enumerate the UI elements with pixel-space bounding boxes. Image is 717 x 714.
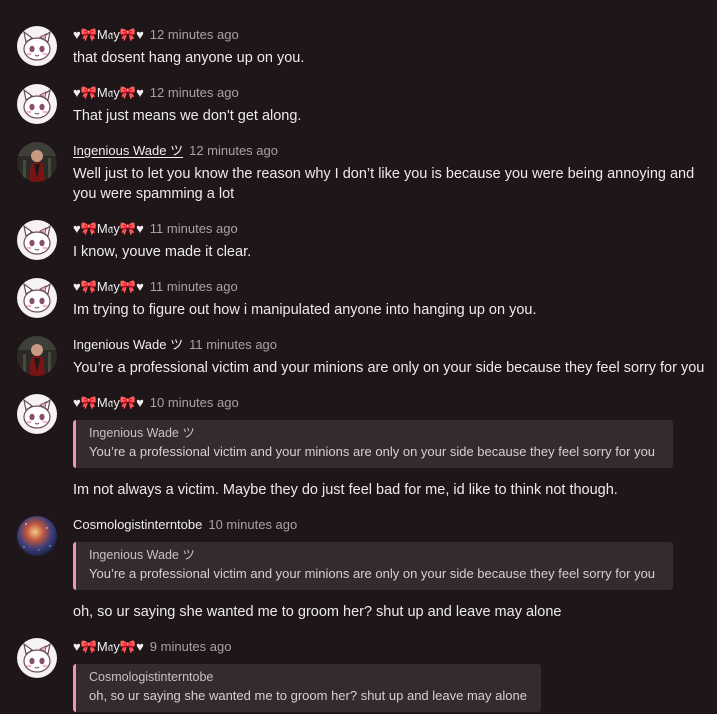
message-text: that dosent hang anyone up on you. [73, 50, 305, 66]
message-text: Im not always a victim. Maybe they do ju… [73, 482, 618, 498]
message-header: Cosmologistinterntobe 10 minutes ago [73, 516, 297, 534]
avatar[interactable] [17, 142, 57, 182]
timestamp: 10 minutes ago [149, 395, 239, 410]
message-header: Ingenious Wade ツ 11 minutes ago [73, 336, 277, 354]
author-name[interactable]: ♥🎀M𝔞y🎀♥ [73, 27, 144, 42]
author-name[interactable]: ♥🎀M𝔞y🎀♥ [73, 639, 144, 654]
message-text: You’re a professional victim and your mi… [73, 360, 705, 376]
message-header: ♥🎀M𝔞y🎀♥ 11 minutes ago [73, 220, 238, 238]
timestamp: 9 minutes ago [149, 639, 232, 654]
timestamp: 11 minutes ago [149, 221, 238, 236]
quoted-author: Ingenious Wade ツ [89, 548, 195, 562]
timestamp: 10 minutes ago [208, 517, 298, 532]
avatar[interactable] [17, 26, 57, 66]
quoted-text: oh, so ur saying she wanted me to groom … [89, 688, 527, 703]
message-text: Im trying to figure out how i manipulate… [73, 302, 537, 318]
message-text: oh, so ur saying she wanted me to groom … [73, 604, 562, 620]
message-header: ♥🎀M𝔞y🎀♥ 12 minutes ago [73, 26, 239, 44]
message-feed: ♥🎀M𝔞y🎀♥ 12 minutes ago that dosent hang a… [0, 0, 717, 714]
timestamp: 11 minutes ago [189, 337, 278, 352]
quoted-text: You’re a professional victim and your mi… [89, 444, 656, 459]
author-name[interactable]: ♥🎀M𝔞y🎀♥ [73, 279, 144, 294]
message-text: Well just to let you know the reason why… [73, 166, 695, 202]
message-header: ♥🎀M𝔞y🎀♥ 12 minutes ago [73, 84, 239, 102]
timestamp: 11 minutes ago [149, 279, 238, 294]
author-name[interactable]: ♥🎀M𝔞y🎀♥ [73, 395, 144, 410]
message-header: Ingenious Wade ツ 12 minutes ago [73, 142, 278, 160]
avatar[interactable] [17, 336, 57, 376]
author-name[interactable]: Ingenious Wade ツ [73, 143, 183, 158]
quoted-author: Ingenious Wade ツ [89, 426, 195, 440]
quoted-text: You’re a professional victim and your mi… [89, 566, 656, 581]
avatar[interactable] [17, 516, 57, 556]
message-text: That just means we don't get along. [73, 108, 302, 124]
message-text: I know, youve made it clear. [73, 244, 252, 260]
timestamp: 12 minutes ago [149, 27, 239, 42]
quoted-message[interactable]: Ingenious Wade ツ You’re a professional v… [73, 420, 673, 468]
quoted-message[interactable]: Ingenious Wade ツ You’re a professional v… [73, 542, 673, 590]
author-name[interactable]: ♥🎀M𝔞y🎀♥ [73, 85, 144, 100]
message-header: ♥🎀M𝔞y🎀♥ 9 minutes ago [73, 638, 231, 656]
avatar[interactable] [17, 220, 57, 260]
avatar[interactable] [17, 638, 57, 678]
avatar[interactable] [17, 278, 57, 318]
avatar[interactable] [17, 394, 57, 434]
timestamp: 12 minutes ago [189, 143, 278, 158]
quoted-author: Cosmologistinterntobe [89, 670, 214, 684]
message-header: ♥🎀M𝔞y🎀♥ 11 minutes ago [73, 278, 238, 296]
avatar[interactable] [17, 84, 57, 124]
author-name[interactable]: Cosmologistinterntobe [73, 517, 202, 532]
author-name[interactable]: Ingenious Wade ツ [73, 337, 183, 352]
author-name[interactable]: ♥🎀M𝔞y🎀♥ [73, 221, 144, 236]
timestamp: 12 minutes ago [149, 85, 239, 100]
quoted-message[interactable]: Cosmologistinterntobe oh, so ur saying s… [73, 664, 541, 712]
message-header: ♥🎀M𝔞y🎀♥ 10 minutes ago [73, 394, 239, 412]
